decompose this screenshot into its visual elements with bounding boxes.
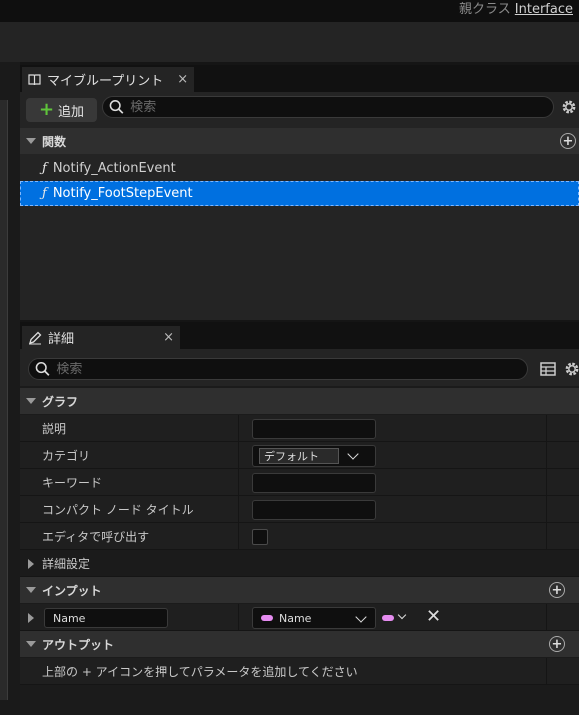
details-tabbar: 詳細 ×: [20, 322, 579, 349]
call-in-editor-label: エディタで呼び出す: [42, 530, 150, 544]
compact-title-label: コンパクト ノード タイトル: [42, 503, 194, 517]
outputs-hint-row: 上部の + アイコンを押してパラメータを追加してください: [20, 658, 579, 685]
category-label: カテゴリ: [42, 449, 91, 463]
category-value[interactable]: デフォルト: [259, 448, 339, 464]
chevron-down-icon[interactable]: [347, 448, 359, 460]
toolbar-strip: [0, 22, 579, 62]
functions-section-header[interactable]: 関数 +: [20, 128, 579, 154]
pencil-icon: [29, 331, 42, 344]
collapse-arrow-icon: [26, 398, 36, 404]
remove-param-icon[interactable]: ✕: [426, 608, 441, 626]
tab-label: マイブループリント: [47, 74, 164, 89]
inputs-section-header[interactable]: インプット +: [20, 577, 579, 603]
collapse-arrow-icon: [26, 587, 36, 593]
advanced-row[interactable]: 詳細設定: [20, 550, 579, 577]
description-row: 説明: [20, 415, 579, 442]
search-input[interactable]: [56, 361, 527, 377]
expand-arrow-icon[interactable]: [28, 559, 34, 569]
add-button[interactable]: + 追加: [26, 98, 97, 122]
details-panel: グラフ 説明 カテゴリ デフォルト キーワード コンパクト ノード タイトル エ…: [20, 349, 579, 715]
tab-details[interactable]: 詳細 ×: [22, 326, 180, 349]
add-input-icon[interactable]: +: [549, 582, 565, 598]
function-icon: ƒ: [42, 161, 47, 176]
compact-title-row: コンパクト ノード タイトル: [20, 496, 579, 523]
description-label: 説明: [42, 422, 67, 436]
category-row: カテゴリ デフォルト: [20, 442, 579, 469]
graph-section-label: グラフ: [42, 394, 79, 409]
book-icon: [28, 73, 41, 85]
function-icon: ƒ: [42, 186, 47, 201]
advanced-label: 詳細設定: [42, 557, 91, 571]
outputs-section-header[interactable]: アウトプット +: [20, 631, 579, 657]
gear-icon[interactable]: [560, 98, 578, 116]
add-function-icon[interactable]: +: [560, 133, 576, 149]
param-type-combo[interactable]: Name: [252, 607, 376, 629]
my-blueprint-panel: + 追加 関数 + ƒ Notify_ActionEvent ƒ Notify_…: [20, 92, 579, 320]
chevron-down-icon: [355, 611, 367, 623]
category-combo[interactable]: デフォルト: [252, 445, 376, 467]
my-blueprint-tabbar: マイブループリント ×: [20, 65, 579, 92]
blueprint-search[interactable]: [102, 96, 554, 118]
function-item-selected[interactable]: ƒ Notify_FootStepEvent: [20, 181, 579, 206]
collapse-arrow-icon: [26, 138, 36, 144]
keywords-field[interactable]: [252, 473, 376, 493]
description-field[interactable]: [252, 419, 376, 439]
name-pin-icon: [261, 615, 273, 621]
param-name-field[interactable]: Name: [44, 608, 168, 628]
search-input[interactable]: [130, 99, 553, 115]
chevron-down-icon[interactable]: [397, 610, 407, 620]
outputs-hint: 上部の + アイコンを押してパラメータを追加してください: [42, 665, 358, 679]
search-icon: [109, 100, 124, 114]
keywords-label: キーワード: [42, 476, 103, 490]
details-search[interactable]: [28, 358, 528, 380]
functions-section-label: 関数: [42, 134, 67, 149]
parent-class-label: 親クラス: [459, 2, 511, 17]
plus-icon: +: [38, 99, 55, 120]
add-output-icon[interactable]: +: [549, 636, 565, 652]
function-label: Notify_ActionEvent: [52, 161, 176, 176]
table-view-icon[interactable]: [540, 362, 556, 376]
close-icon[interactable]: ×: [177, 72, 188, 87]
graph-section-header[interactable]: グラフ: [20, 388, 579, 414]
tab-label: 詳細: [48, 332, 75, 347]
add-button-label: 追加: [58, 104, 85, 120]
close-icon[interactable]: ×: [163, 330, 174, 345]
input-param-row: Name Name ✕: [20, 604, 579, 631]
function-label: Notify_FootStepEvent: [52, 186, 193, 201]
compact-title-field[interactable]: [252, 500, 376, 520]
keywords-row: キーワード: [20, 469, 579, 496]
inputs-section-label: インプット: [42, 583, 102, 598]
param-type-label: Name: [279, 611, 312, 625]
parent-class-link[interactable]: Interface: [515, 2, 573, 17]
outputs-section-label: アウトプット: [42, 637, 115, 652]
container-type-icon[interactable]: [382, 615, 394, 621]
gear-icon[interactable]: [563, 360, 579, 378]
parent-class-info: 親クラス Interface: [459, 0, 573, 17]
call-in-editor-checkbox[interactable]: [252, 529, 268, 545]
title-bar: 親クラス Interface: [0, 0, 579, 22]
function-item[interactable]: ƒ Notify_ActionEvent: [20, 156, 579, 181]
graph-editor-edge: [0, 62, 20, 715]
collapse-arrow-icon: [26, 641, 36, 647]
tab-my-blueprint[interactable]: マイブループリント ×: [22, 67, 195, 92]
expand-arrow-icon[interactable]: [28, 613, 34, 623]
call-in-editor-row: エディタで呼び出す: [20, 523, 579, 550]
search-icon: [35, 362, 50, 376]
